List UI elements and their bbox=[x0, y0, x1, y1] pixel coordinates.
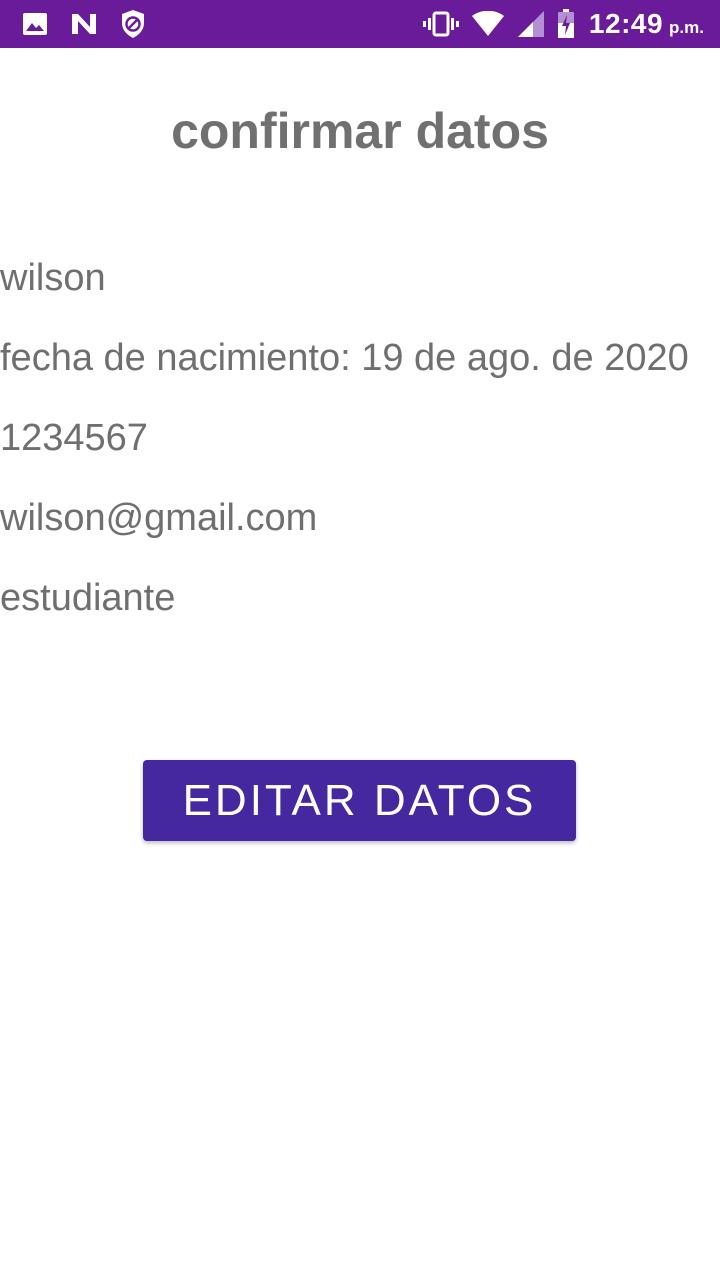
edit-data-button[interactable]: EDITAR DATOS bbox=[143, 760, 576, 841]
notification-icons bbox=[22, 9, 168, 39]
birth-date-value: fecha de nacimiento: 19 de ago. de 2020 bbox=[0, 337, 689, 379]
name-value: wilson bbox=[0, 257, 106, 299]
clock-time: 12:49 bbox=[588, 8, 664, 39]
vibrate-icon bbox=[422, 11, 459, 37]
confirm-data-screen: 12:49 p.m. confirmar datos wilson fecha … bbox=[0, 0, 720, 1280]
data-list: wilson fecha de nacimiento: 19 de ago. d… bbox=[0, 248, 720, 648]
battery-charging-icon bbox=[557, 9, 575, 39]
page-title: confirmar datos bbox=[171, 103, 549, 159]
blocked-shield-icon bbox=[120, 9, 146, 39]
clock-ampm: p.m. bbox=[669, 18, 704, 37]
phone-value: 1234567 bbox=[0, 417, 148, 459]
clock: 12:49 p.m. bbox=[589, 8, 704, 40]
image-icon bbox=[22, 12, 48, 36]
n-logo-icon bbox=[70, 12, 98, 36]
cell-signal-icon bbox=[517, 10, 545, 38]
status-bar: 12:49 p.m. bbox=[0, 0, 720, 48]
wifi-icon bbox=[471, 11, 505, 37]
occupation-value: estudiante bbox=[0, 577, 176, 619]
system-icons: 12:49 p.m. bbox=[411, 8, 704, 40]
email-value: wilson@gmail.com bbox=[0, 497, 318, 539]
